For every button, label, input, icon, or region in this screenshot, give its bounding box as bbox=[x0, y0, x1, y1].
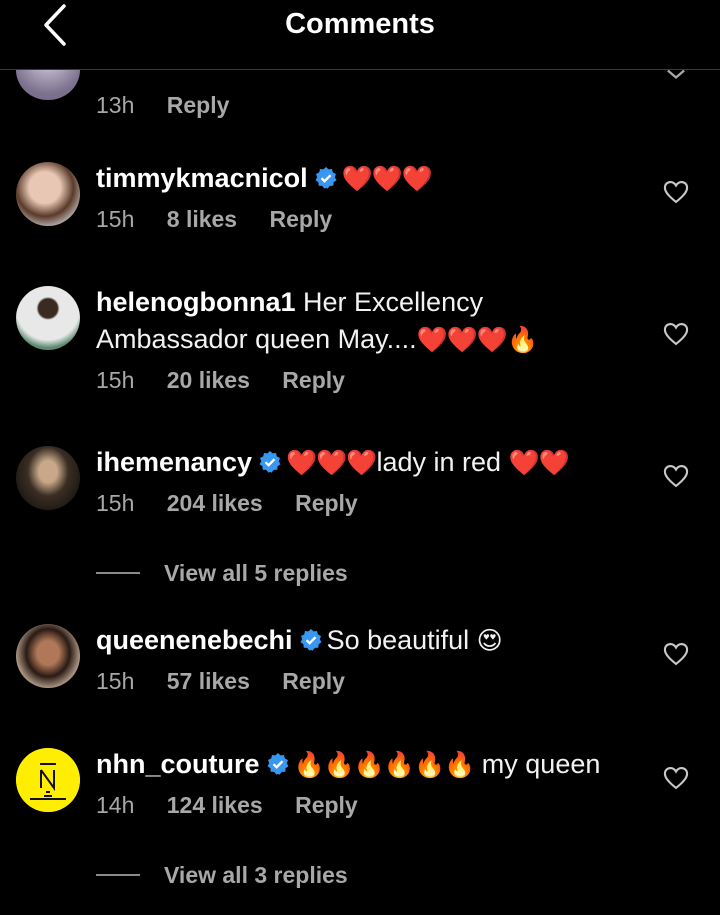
comment-text: timmykmacnicol ❤️❤️❤️ bbox=[96, 160, 636, 198]
comment-meta: 14h 124 likes Reply bbox=[96, 792, 636, 822]
comment-text: ihemenancy ❤️❤️❤️lady in red ❤️❤️ bbox=[96, 444, 636, 482]
comment-text: nhn_couture 🔥🔥🔥🔥🔥🔥 my queen bbox=[96, 746, 636, 784]
comment-emoji: 😍 bbox=[476, 627, 503, 655]
page-title: Comments bbox=[285, 8, 435, 40]
comment-time: 15h bbox=[96, 367, 135, 393]
comment-username[interactable]: queenenebechi bbox=[96, 625, 293, 655]
comment-text: helenogbonna1 Her Excellency Ambassador … bbox=[96, 284, 636, 359]
likes-count[interactable]: 8 likes bbox=[167, 206, 237, 232]
comments-feed: 13h Reply timmykmacnicol ❤️❤️❤️ 15h 8 lik… bbox=[0, 0, 720, 915]
comment-meta: 15h 20 likes Reply bbox=[96, 367, 636, 397]
reply-button[interactable]: Reply bbox=[270, 206, 333, 232]
likes-count[interactable]: 20 likes bbox=[167, 367, 250, 393]
comment-username[interactable]: helenogbonna1 bbox=[96, 287, 296, 317]
comment-username[interactable]: timmykmacnicol bbox=[96, 163, 308, 193]
view-replies-label: View all 3 replies bbox=[164, 861, 348, 888]
comment-emoji: 🔥🔥🔥🔥🔥🔥 bbox=[293, 751, 476, 779]
view-replies-button[interactable]: View all 3 replies bbox=[96, 859, 348, 891]
comment-time: 15h bbox=[96, 668, 135, 694]
avatar[interactable] bbox=[16, 162, 80, 226]
divider bbox=[96, 874, 140, 876]
comment-meta: 15h 8 likes Reply bbox=[96, 206, 636, 236]
comment-text: queenenebechi So beautiful 😍 bbox=[96, 622, 636, 660]
verified-badge-icon bbox=[315, 167, 337, 189]
heart-icon[interactable] bbox=[662, 320, 690, 348]
avatar[interactable] bbox=[16, 446, 80, 510]
comment-time: 14h bbox=[96, 792, 135, 818]
reply-button[interactable]: Reply bbox=[282, 367, 345, 393]
avatar[interactable] bbox=[16, 286, 80, 350]
comment-body: lady in red bbox=[376, 447, 509, 477]
heart-icon[interactable] bbox=[662, 640, 690, 668]
app-header: Comments bbox=[0, 0, 720, 70]
comment-time: 15h bbox=[96, 206, 135, 232]
view-replies-label: View all 5 replies bbox=[164, 559, 348, 586]
likes-count[interactable]: 204 likes bbox=[167, 490, 263, 516]
verified-badge-icon bbox=[267, 753, 289, 775]
heart-icon[interactable] bbox=[662, 178, 690, 206]
likes-count[interactable]: 124 likes bbox=[167, 792, 263, 818]
comment-body: my queen bbox=[474, 749, 601, 779]
comment-username[interactable]: ihemenancy bbox=[96, 447, 252, 477]
avatar[interactable] bbox=[16, 748, 80, 812]
brand-logo-icon bbox=[16, 748, 80, 812]
comment-emoji: ❤️❤️❤️ bbox=[286, 449, 377, 477]
comment-emoji: ❤️❤️❤️🔥 bbox=[416, 326, 539, 354]
verified-badge-icon bbox=[259, 451, 281, 473]
comment-time: 15h bbox=[96, 490, 135, 516]
comment-meta: 15h 57 likes Reply bbox=[96, 668, 636, 698]
comment-emoji: ❤️❤️❤️ bbox=[341, 165, 433, 193]
comment-username[interactable]: nhn_couture bbox=[96, 749, 260, 779]
heart-icon[interactable] bbox=[662, 764, 690, 792]
reply-button[interactable]: Reply bbox=[295, 490, 358, 516]
divider bbox=[96, 572, 140, 574]
comment-emoji: ❤️❤️ bbox=[508, 449, 570, 477]
likes-count[interactable]: 57 likes bbox=[167, 668, 250, 694]
comment-body: So beautiful bbox=[326, 625, 477, 655]
view-replies-button[interactable]: View all 5 replies bbox=[96, 557, 348, 589]
comment-meta: 15h 204 likes Reply bbox=[96, 490, 636, 520]
comment-time: 13h bbox=[96, 92, 135, 118]
verified-badge-icon bbox=[300, 629, 322, 651]
heart-icon[interactable] bbox=[662, 462, 690, 490]
avatar[interactable] bbox=[16, 624, 80, 688]
reply-button[interactable]: Reply bbox=[295, 792, 358, 818]
reply-button[interactable]: Reply bbox=[167, 92, 230, 118]
comment-meta: 13h Reply bbox=[96, 92, 636, 122]
reply-button[interactable]: Reply bbox=[282, 668, 345, 694]
